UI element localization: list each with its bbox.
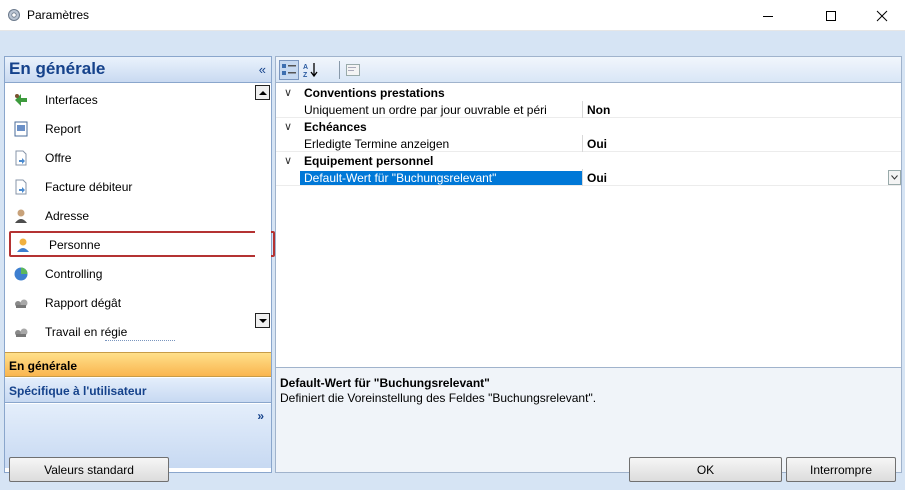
category-label: Echéances	[304, 120, 367, 134]
chevron-down-icon[interactable]: ∨	[284, 120, 292, 133]
nav-header-title: En générale	[9, 59, 106, 78]
nav-item-address[interactable]: Adresse	[5, 201, 255, 230]
close-icon	[876, 10, 888, 21]
chevron-down-icon[interactable]: ∨	[284, 86, 292, 99]
work-icon	[15, 328, 28, 337]
window-title: Paramètres	[27, 8, 90, 22]
nav-item-damage-report[interactable]: Rapport dégât	[5, 288, 255, 317]
nav-item-label: Interfaces	[45, 93, 98, 107]
sort-az-icon: A Z	[303, 63, 318, 79]
description-text: Definiert die Voreinstellung des Feldes …	[280, 391, 597, 405]
main-frame: En générale « Interfaces Report Offre Fa…	[0, 31, 905, 490]
property-name: Uniquement un ordre par jour ouvrable et…	[304, 103, 547, 117]
nav-item-controlling[interactable]: Controlling	[5, 259, 255, 288]
scroll-down-button[interactable]	[255, 313, 270, 328]
property-value[interactable]: Non	[587, 103, 610, 117]
property-row[interactable]: Uniquement un ordre par jour ouvrable et…	[276, 101, 901, 118]
nav-item-label: Facture débiteur	[45, 180, 133, 194]
nav-group-label: Spécifique à l'utilisateur	[9, 384, 147, 398]
nav-item-person[interactable]: Personne	[9, 231, 275, 257]
category-equipment[interactable]: ∨ Equipement personnel	[276, 152, 901, 169]
nav-item-label: Personne	[49, 238, 101, 252]
property-row-selected[interactable]: Default-Wert für "Buchungsrelevant" Oui	[276, 169, 901, 186]
collapse-pane-button[interactable]: «	[259, 62, 266, 77]
scroll-up-button[interactable]	[255, 85, 270, 100]
close-button[interactable]	[859, 0, 905, 31]
chevron-down-icon	[891, 175, 898, 180]
categorized-view-icon	[282, 64, 296, 75]
column-divider	[582, 101, 583, 118]
report-icon	[14, 121, 28, 137]
nav-item-label: Offre	[45, 151, 72, 165]
person-icon	[17, 238, 29, 252]
property-name: Default-Wert für "Buchungsrelevant"	[300, 171, 582, 185]
cancel-button[interactable]: Interrompre	[786, 457, 896, 482]
property-name: Erledigte Termine anzeigen	[304, 137, 450, 151]
maximize-button[interactable]	[808, 0, 854, 31]
nav-item-label: Travail en régie	[45, 325, 128, 339]
categorized-button[interactable]	[279, 60, 299, 80]
ok-button[interactable]: OK	[629, 457, 782, 482]
property-pages-icon	[346, 64, 360, 76]
nav-group-general[interactable]: En générale	[5, 352, 271, 377]
nav-item-invoice[interactable]: Facture débiteur	[5, 172, 255, 201]
nav-item-interfaces[interactable]: Interfaces	[5, 85, 255, 114]
chevron-down-icon[interactable]: ∨	[284, 154, 292, 167]
nav-group-user-specific[interactable]: Spécifique à l'utilisateur	[5, 378, 271, 403]
property-panel: A Z ∨ Conventions prestations Uniquement…	[275, 56, 902, 473]
more-groups-button[interactable]: »	[257, 409, 264, 423]
nav-scrollbar[interactable]	[255, 84, 271, 337]
minimize-button[interactable]	[745, 0, 791, 31]
settings-gear-icon	[8, 9, 20, 21]
property-value[interactable]: Oui	[587, 171, 607, 185]
grid-toolbar: A Z	[276, 57, 901, 83]
navigation-pane: En générale « Interfaces Report Offre Fa…	[4, 56, 275, 473]
nav-item-label: Adresse	[45, 209, 90, 223]
nav-item-label: Report	[45, 122, 82, 136]
minimize-icon	[763, 15, 773, 17]
invoice-icon	[15, 179, 27, 195]
offer-icon	[15, 150, 27, 166]
category-label: Conventions prestations	[304, 86, 445, 100]
property-value[interactable]: Oui	[587, 137, 607, 151]
nav-item-offer[interactable]: Offre	[5, 143, 255, 172]
toolbar-separator	[339, 61, 340, 79]
column-divider	[582, 169, 583, 186]
category-echeances[interactable]: ∨ Echéances	[276, 118, 901, 135]
title-bar: Paramètres	[0, 0, 905, 31]
property-grid: ∨ Conventions prestations Uniquement un …	[276, 84, 901, 367]
nav-list: Interfaces Report Offre Facture débiteur	[5, 83, 275, 339]
svg-text:A: A	[303, 64, 308, 71]
nav-group-label: En générale	[9, 359, 78, 373]
default-values-button[interactable]: Valeurs standard	[9, 457, 169, 482]
damage-report-icon	[15, 299, 28, 308]
property-pages-button[interactable]	[343, 60, 363, 80]
maximize-icon	[826, 10, 836, 21]
controlling-icon	[14, 267, 28, 281]
nav-item-label: Rapport dégât	[45, 296, 122, 310]
category-conventions[interactable]: ∨ Conventions prestations	[276, 84, 901, 101]
arrow-down-icon	[258, 318, 267, 323]
column-divider	[582, 135, 583, 152]
splitter-grip[interactable]	[105, 340, 175, 344]
nav-item-report[interactable]: Report	[5, 114, 255, 143]
category-label: Equipement personnel	[304, 154, 434, 168]
interfaces-icon	[15, 94, 27, 106]
svg-text:Z: Z	[303, 72, 308, 79]
sort-alphabetical-button[interactable]: A Z	[301, 60, 321, 80]
address-icon	[15, 209, 27, 223]
value-dropdown-button[interactable]	[888, 170, 901, 185]
arrow-up-icon	[258, 90, 267, 95]
description-title: Default-Wert für "Buchungsrelevant"	[280, 376, 490, 390]
property-row[interactable]: Erledigte Termine anzeigen Oui	[276, 135, 901, 152]
nav-header: En générale «	[5, 57, 271, 83]
nav-item-label: Controlling	[45, 267, 103, 281]
